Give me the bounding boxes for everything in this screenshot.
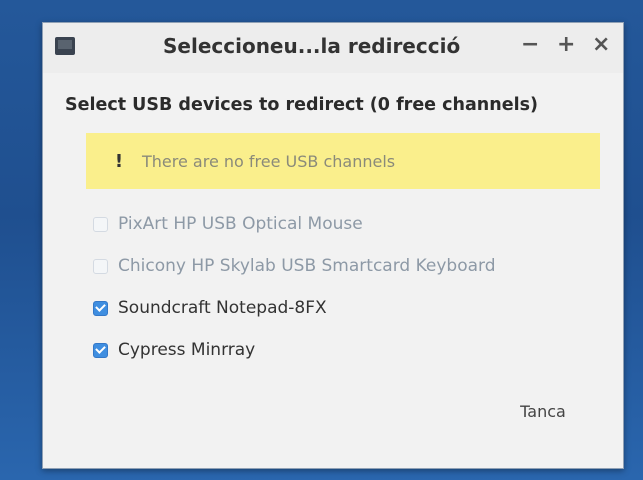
device-item[interactable]: Soundcraft Notepad-8FX: [93, 287, 613, 329]
device-checkbox[interactable]: [93, 342, 108, 358]
close-button[interactable]: Tanca: [495, 391, 591, 431]
desktop-background: Seleccioneu...la redirecció − + × Select…: [0, 0, 643, 480]
device-item[interactable]: Cypress Minrray: [93, 329, 613, 371]
usb-redirect-dialog: Seleccioneu...la redirecció − + × Select…: [42, 22, 624, 469]
device-checkbox[interactable]: [93, 300, 108, 316]
device-item: PixArt HP USB Optical Mouse: [93, 203, 613, 245]
device-label: Chicony HP Skylab USB Smartcard Keyboard: [118, 256, 496, 276]
dialog-heading: Select USB devices to redirect (0 free c…: [65, 95, 538, 115]
warning-banner: ! There are no free USB channels: [86, 133, 600, 189]
device-checkbox: [93, 216, 108, 232]
device-label[interactable]: Cypress Minrray: [118, 340, 255, 360]
device-item: Chicony HP Skylab USB Smartcard Keyboard: [93, 245, 613, 287]
warning-text: There are no free USB channels: [142, 151, 396, 171]
exclamation-icon: !: [114, 150, 124, 172]
titlebar[interactable]: Seleccioneu...la redirecció − + ×: [43, 23, 623, 73]
window-title: Seleccioneu...la redirecció: [163, 34, 461, 58]
minimize-icon[interactable]: −: [521, 32, 539, 57]
maximize-icon[interactable]: +: [557, 32, 575, 57]
device-label[interactable]: Soundcraft Notepad-8FX: [118, 298, 327, 318]
device-list: PixArt HP USB Optical Mouse Chicony HP S…: [93, 203, 613, 371]
device-label: PixArt HP USB Optical Mouse: [118, 214, 363, 234]
close-icon[interactable]: ×: [592, 32, 610, 57]
app-icon: [55, 37, 75, 55]
device-checkbox: [93, 258, 108, 274]
